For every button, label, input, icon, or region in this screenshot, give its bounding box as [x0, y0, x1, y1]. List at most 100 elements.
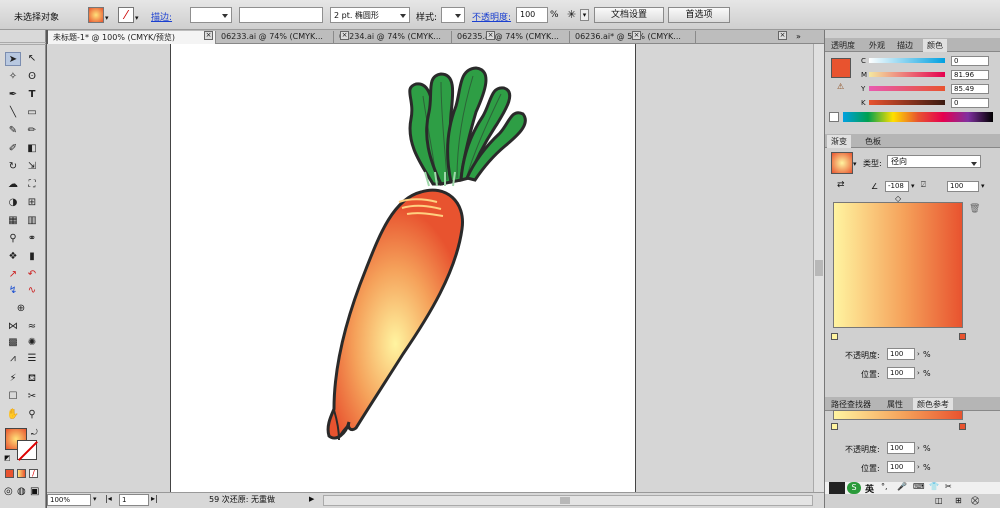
zoom-tool-icon[interactable]: ⚲: [24, 408, 40, 422]
zoom-select[interactable]: 100%: [47, 494, 91, 506]
tools-grip[interactable]: [0, 42, 46, 45]
lower-stop-end[interactable]: [959, 423, 966, 430]
pen-tool-icon[interactable]: ✒: [5, 88, 21, 102]
variable-width-select[interactable]: [239, 7, 323, 23]
close-tab-icon[interactable]: ×: [486, 31, 495, 40]
panel-footer-icon[interactable]: ◫: [935, 496, 943, 505]
gradient-stop-start[interactable]: [831, 333, 838, 340]
gradient-tool-icon[interactable]: ▥: [24, 214, 40, 228]
angle-dropdown-icon[interactable]: ▾: [911, 182, 915, 190]
c-input[interactable]: 0: [951, 56, 989, 66]
brush-definition-select[interactable]: 2 pt. 椭圆形: [330, 7, 410, 23]
convert-anchor-icon[interactable]: ↶: [24, 268, 40, 282]
recolor-icon[interactable]: ✳: [567, 8, 576, 21]
stroke-weight-select[interactable]: [190, 7, 232, 23]
chart-line-icon[interactable]: ⩘: [5, 352, 21, 366]
ime-language[interactable]: 英: [865, 482, 874, 495]
gradient-ratio-input[interactable]: 100: [947, 181, 979, 192]
pencil-tool-icon[interactable]: ✏: [24, 124, 40, 138]
close-tab-icon[interactable]: ×: [204, 31, 213, 40]
selection-tool-icon[interactable]: ➤: [5, 52, 21, 66]
gradient-opacity-input[interactable]: 100: [887, 348, 915, 360]
magic-wand-tool-icon[interactable]: ✧: [5, 70, 21, 84]
twist-icon[interactable]: ✺: [24, 336, 40, 350]
gradient-thumbnail[interactable]: [831, 152, 853, 174]
none-mode-icon[interactable]: /: [29, 469, 38, 478]
wave-icon[interactable]: ≈: [24, 320, 40, 334]
tab-color[interactable]: 颜色: [923, 39, 947, 52]
align-icon[interactable]: ☰: [24, 352, 40, 366]
smooth-path-icon[interactable]: ↯: [5, 284, 21, 298]
prev-artboard-icon[interactable]: |◂: [105, 494, 112, 503]
k-track[interactable]: [869, 100, 945, 105]
ime-s-icon[interactable]: S: [847, 482, 861, 494]
horizontal-scrollbar[interactable]: [323, 495, 813, 506]
stroke-color-swatch[interactable]: [17, 440, 38, 461]
close-tab-icon[interactable]: ×: [340, 31, 349, 40]
ime-keyboard-icon[interactable]: ⌨: [913, 482, 925, 491]
tab-untitled-1[interactable]: 未标题-1* @ 100% (CMYK/预览): [48, 31, 216, 44]
color-mode-icon[interactable]: [5, 469, 14, 478]
panel-trash-icon[interactable]: ⛒: [971, 496, 979, 506]
lower-position-arrow-icon[interactable]: ›: [917, 463, 920, 471]
c-slider[interactable]: C 0: [861, 56, 1000, 66]
fill-swatch[interactable]: [88, 7, 104, 23]
horizontal-scroll-thumb[interactable]: [560, 497, 570, 504]
live-paint-tool-icon[interactable]: ⛾: [24, 372, 40, 386]
gradient-type-select[interactable]: 径向: [887, 155, 981, 168]
gradient-position-arrow-icon[interactable]: ›: [917, 369, 920, 377]
m-input[interactable]: 81.96: [951, 70, 989, 80]
hand-tool-icon[interactable]: ✋: [5, 408, 21, 422]
m-slider[interactable]: M 81.96: [861, 70, 1000, 80]
grid-icon[interactable]: ▩: [5, 336, 21, 350]
style-select[interactable]: [441, 7, 465, 23]
stroke-label[interactable]: 描边:: [151, 10, 172, 23]
free-transform-tool-icon[interactable]: ⛶: [24, 178, 40, 192]
status-message[interactable]: 59 次还原: 无重做: [179, 494, 319, 506]
recolor-dropdown-icon[interactable]: ▾: [580, 9, 589, 21]
tabs-overflow-icon[interactable]: »: [796, 32, 801, 41]
rotate-tool-icon[interactable]: ↻: [5, 160, 21, 174]
tab-transparency[interactable]: 透明度: [827, 39, 859, 52]
slice-tool-icon[interactable]: ⚡: [5, 372, 21, 386]
draw-normal-icon[interactable]: ◎: [4, 486, 13, 497]
crosshair-icon[interactable]: ⊕: [13, 302, 29, 316]
gradient-stop-end[interactable]: [959, 333, 966, 340]
type-tool-icon[interactable]: T: [24, 88, 40, 102]
out-of-gamut-icon[interactable]: ⚠: [837, 82, 844, 91]
warp-tool-icon[interactable]: ☁: [5, 178, 21, 192]
close-tab-icon[interactable]: ×: [632, 31, 641, 40]
opacity-label[interactable]: 不透明度:: [472, 10, 511, 23]
mesh-tool-icon[interactable]: ▦: [5, 214, 21, 228]
shape-builder-tool-icon[interactable]: ◑: [5, 196, 21, 210]
color-spectrum[interactable]: [843, 112, 993, 122]
column-graph-tool-icon[interactable]: ▮: [24, 250, 40, 264]
draw-behind-icon[interactable]: ◍: [17, 486, 26, 497]
tab-appearance[interactable]: 外观: [865, 39, 889, 52]
gradient-thumbnail-dropdown-icon[interactable]: ▾: [853, 160, 857, 168]
symbol-sprayer-tool-icon[interactable]: ❖: [5, 250, 21, 264]
ime-mic-icon[interactable]: 🎤: [897, 482, 907, 491]
y-track[interactable]: [869, 86, 945, 91]
carrot-illustration[interactable]: [171, 44, 637, 492]
eraser-tool-icon[interactable]: ◧: [24, 142, 40, 156]
screen-mode-icon[interactable]: ▣: [30, 486, 39, 497]
perspective-grid-tool-icon[interactable]: ⊞: [24, 196, 40, 210]
artboard-number-input[interactable]: 1: [119, 494, 149, 506]
artboard[interactable]: [170, 44, 636, 492]
scale-tool-icon[interactable]: ⇲: [24, 160, 40, 174]
stroke-dropdown-icon[interactable]: ▾: [135, 14, 139, 22]
document-settings-button[interactable]: 文档设置: [594, 7, 664, 23]
rectangle-tool-icon[interactable]: ▭: [24, 106, 40, 120]
k-slider[interactable]: K 0: [861, 98, 1000, 108]
lower-opacity-input[interactable]: 100: [887, 442, 915, 454]
paintbrush-tool-icon[interactable]: ✎: [5, 124, 21, 138]
gradient-angle-input[interactable]: -108: [885, 181, 909, 192]
c-track[interactable]: [869, 58, 945, 63]
lower-position-input[interactable]: 100: [887, 461, 915, 473]
new-swatch-icon[interactable]: ⊞: [955, 496, 962, 505]
vertical-scrollbar[interactable]: [813, 44, 824, 492]
zoom-dropdown-icon[interactable]: ▾: [93, 495, 97, 503]
lower-opacity-arrow-icon[interactable]: ›: [917, 444, 920, 452]
gradient-mode-icon[interactable]: [17, 469, 26, 478]
